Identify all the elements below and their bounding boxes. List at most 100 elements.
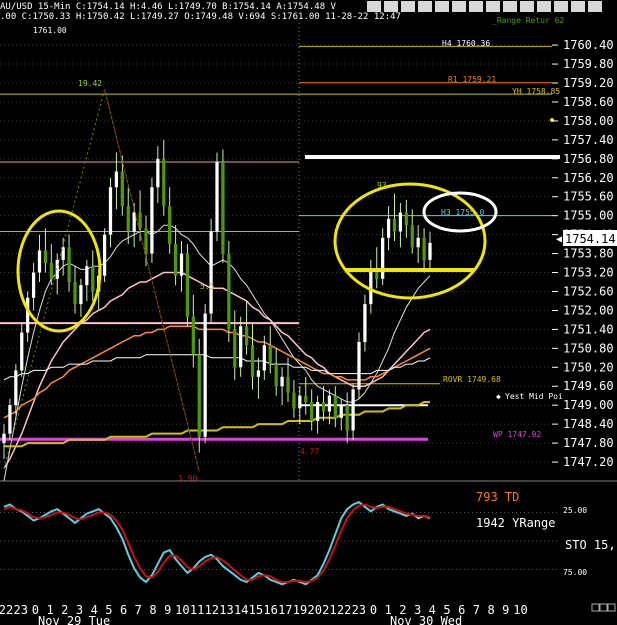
candle-body-58 xyxy=(345,405,349,431)
candle-body-43 xyxy=(256,370,261,377)
time-tick-13: 11 xyxy=(190,603,204,617)
time-tick-25: 0 xyxy=(370,603,377,617)
toolbar-icon-12[interactable] xyxy=(554,1,568,12)
scroll-button-2[interactable] xyxy=(599,603,608,612)
toolbar-icon-7[interactable] xyxy=(469,1,483,12)
price-tick-5: 1757.40 xyxy=(563,133,614,147)
candle-body-32 xyxy=(191,316,195,355)
candle-body-24 xyxy=(144,228,148,254)
level-label-h4: H4 1760.36 xyxy=(442,39,490,48)
stochastic-panel xyxy=(0,501,560,586)
main-grid xyxy=(0,23,552,481)
price-tick-1: 1759.80 xyxy=(563,57,614,71)
price-tick-17: 1750.20 xyxy=(563,360,614,374)
candle-body-59 xyxy=(351,389,355,431)
candle-body-60 xyxy=(357,342,361,390)
candle-body-36 xyxy=(215,161,219,232)
candle-body-46 xyxy=(274,364,278,387)
toolbar-icon-1[interactable] xyxy=(367,1,381,12)
candle-body-57 xyxy=(339,405,343,418)
toolbar-icon-6[interactable] xyxy=(452,1,466,12)
header-line1: AU/USD 15-Min C:1754.14 H:4.46 L:1749.70… xyxy=(0,2,337,12)
toolbar-icon-13[interactable] xyxy=(571,1,585,12)
stoch-tick-75: 75.00 xyxy=(563,568,587,577)
toolbar-icon-10[interactable] xyxy=(520,1,534,12)
level-label-s: 1761.00 xyxy=(33,26,67,35)
candle-body-8 xyxy=(49,263,53,279)
candle-body-55 xyxy=(327,395,332,412)
stoch-tick-25: 25.00 xyxy=(563,506,587,515)
toolbar-icon-9[interactable] xyxy=(503,1,517,12)
time-tick-9: 7 xyxy=(135,603,142,617)
toolbar-icon-5[interactable] xyxy=(435,1,449,12)
candle-body-21 xyxy=(126,206,130,232)
candle-body-19 xyxy=(114,171,119,188)
candle-body-53 xyxy=(315,402,320,421)
time-tick-18: 16 xyxy=(263,603,277,617)
candle-body-17 xyxy=(102,234,107,276)
time-tick-33: 8 xyxy=(487,603,494,617)
candle-body-23 xyxy=(138,212,142,229)
candle-body-47 xyxy=(280,376,284,387)
candle-body-29 xyxy=(173,244,178,276)
time-tick-19: 17 xyxy=(278,603,292,617)
price-tick-18: 1749.60 xyxy=(563,379,614,393)
candle-body-65 xyxy=(386,218,391,238)
candle-body-68 xyxy=(404,212,408,226)
candle-body-18 xyxy=(108,187,113,235)
price-tick-13: 1752.60 xyxy=(563,284,614,298)
toolbar-icon-2[interactable] xyxy=(384,1,398,12)
mid-mark-label: 5.5 xyxy=(200,282,215,291)
scroll-button-3[interactable] xyxy=(607,603,616,612)
time-tick-10: 8 xyxy=(149,603,156,617)
time-tick-20: 19 xyxy=(293,603,307,617)
candle-body-41 xyxy=(244,326,249,346)
candle-body-26 xyxy=(156,158,160,188)
candle-body-66 xyxy=(392,218,397,232)
price-tick-22: 1747.20 xyxy=(563,455,614,469)
price-tick-21: 1747.80 xyxy=(563,436,614,450)
time-tick-8: 6 xyxy=(120,603,127,617)
toolbar-icon-14[interactable] xyxy=(588,1,602,12)
toolbar-icon-3[interactable] xyxy=(401,1,415,12)
price-tick-16: 1750.80 xyxy=(563,341,614,355)
candle-body-27 xyxy=(162,158,166,207)
time-tick-21: 20 xyxy=(307,603,321,617)
candle-body-69 xyxy=(410,225,414,248)
date-label-2: Nov 30 Wed xyxy=(390,614,462,625)
scroll-button-1[interactable] xyxy=(591,603,600,612)
price-tick-8: 1755.60 xyxy=(563,190,614,204)
price-tick-7: 1756.20 xyxy=(563,171,614,185)
price-tick-19: 1749.00 xyxy=(563,398,614,412)
candle-body-20 xyxy=(120,171,124,207)
swing-low-label: 4.77 xyxy=(300,447,319,456)
candle-body-30 xyxy=(179,253,184,276)
price-tick-14: 1752.00 xyxy=(563,303,614,317)
candle-body-52 xyxy=(310,402,314,421)
time-tick-24: 23 xyxy=(352,603,366,617)
candle-body-50 xyxy=(298,395,302,409)
time-tick-11: 9 xyxy=(164,603,171,617)
candle-body-0 xyxy=(2,433,6,444)
toolbar-icon-4[interactable] xyxy=(418,1,432,12)
candle-body-25 xyxy=(150,187,154,254)
price-tick-20: 1748.40 xyxy=(563,417,614,431)
header-line2: .00 C:1750.33 H:1750.42 L:1749.27 O:1749… xyxy=(0,12,401,22)
scroll-controls[interactable] xyxy=(591,603,616,612)
arrow-left-icon: ◆ xyxy=(496,392,501,401)
candle-body-12 xyxy=(73,282,77,305)
time-tick-1: 23 xyxy=(13,603,27,617)
candle-body-67 xyxy=(398,212,403,232)
date-label-1: Nov 29 Tue xyxy=(38,614,110,625)
toolbar-icon-11[interactable] xyxy=(537,1,551,12)
candle-body-44 xyxy=(262,345,266,371)
candle-body-38 xyxy=(227,253,231,330)
level-label-wp: WP 1747.92 xyxy=(493,430,541,439)
time-tick-34: 9 xyxy=(502,603,509,617)
low-mark-label: 1.90 xyxy=(178,474,197,483)
candle-body-39 xyxy=(233,329,237,368)
toolbar-icon-8[interactable] xyxy=(486,1,500,12)
candle-body-64 xyxy=(381,237,385,279)
candle-body-56 xyxy=(333,395,337,418)
time-tick-17: 15 xyxy=(249,603,263,617)
